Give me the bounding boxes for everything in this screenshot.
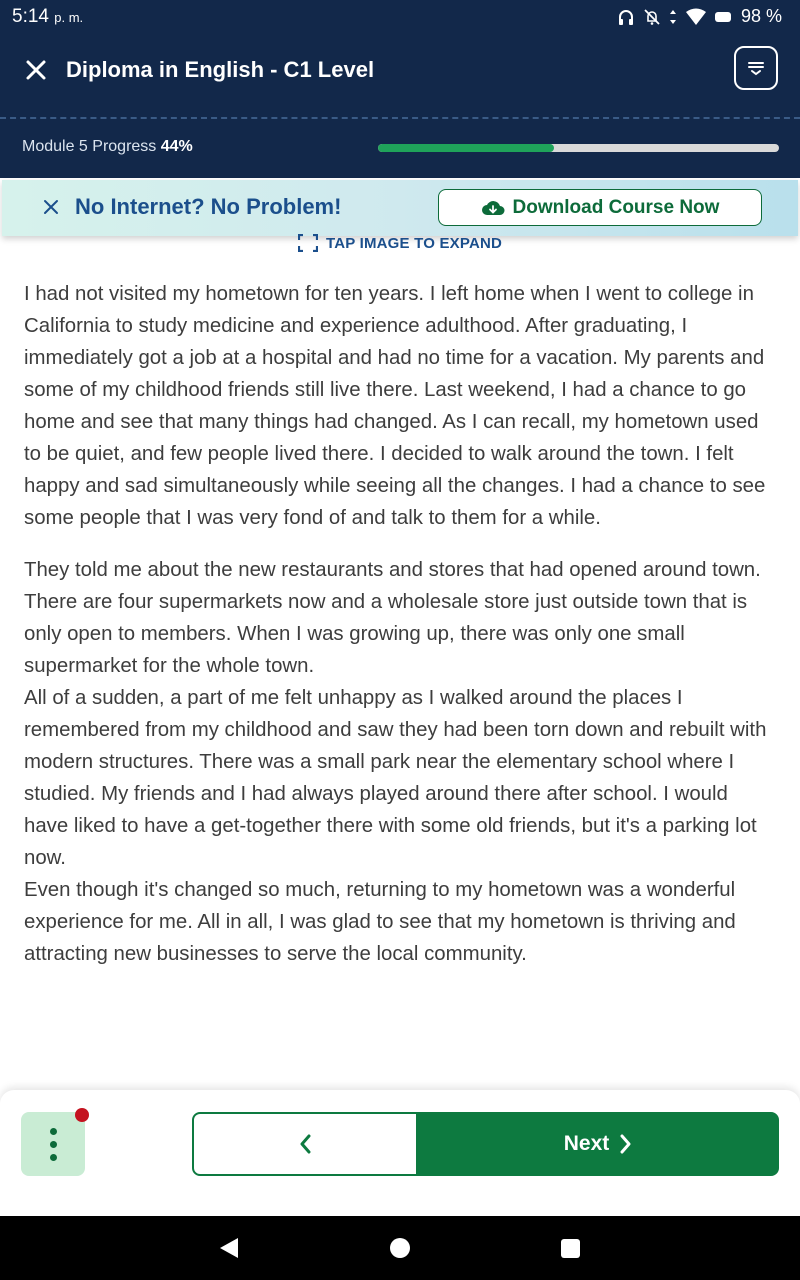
close-icon	[44, 200, 58, 214]
notifications-off-icon	[644, 8, 660, 25]
banner-message: No Internet? No Problem!	[75, 194, 342, 219]
expand-image-label: TAP IMAGE TO EXPAND	[326, 234, 503, 252]
back-triangle-icon[interactable]	[218, 1237, 240, 1259]
lesson-paragraph: They told me about the new restaurants a…	[24, 559, 761, 677]
download-course-button[interactable]: Download Course Now	[438, 189, 762, 226]
header-divider	[0, 117, 800, 119]
more-options-button[interactable]	[21, 1112, 85, 1176]
close-icon	[26, 60, 46, 80]
notification-badge	[75, 1108, 89, 1122]
app-header: 5:14 p. m. 98 % Diploma in English - C1 …	[0, 0, 800, 178]
lesson-paragraph: I had not visited my hometown for ten ye…	[24, 283, 766, 529]
more-dot	[49, 1153, 57, 1161]
cloud-download-icon	[481, 200, 505, 215]
lesson-paragraph: All of a sudden, a part of me felt unhap…	[24, 687, 767, 869]
system-navigation-bar	[0, 1216, 800, 1280]
list-dropdown-icon	[748, 62, 764, 76]
more-dot	[49, 1127, 57, 1135]
next-button-label: Next	[563, 1132, 610, 1155]
module-progress-fill	[378, 144, 555, 152]
status-time: 5:14 p. m.	[12, 6, 83, 28]
course-title: Diploma in English - C1 Level	[66, 57, 375, 82]
recent-apps-icon[interactable]	[561, 1239, 580, 1258]
module-progress-text: Module 5 Progress	[22, 138, 157, 155]
close-course-button[interactable]	[22, 56, 50, 84]
battery-icon	[714, 11, 731, 22]
download-course-label: Download Course Now	[512, 196, 720, 218]
status-time-ampm: p. m.	[54, 10, 84, 25]
wifi-icon	[685, 8, 706, 25]
lesson-paragraph: Even though it's changed so much, return…	[24, 879, 736, 965]
lesson-text: I had not visited my hometown for ten ye…	[24, 278, 776, 970]
banner-close-button[interactable]	[40, 196, 62, 218]
chevron-right-icon	[620, 1134, 631, 1154]
home-circle-icon[interactable]	[390, 1238, 410, 1258]
offline-banner: No Internet? No Problem! Download Course…	[2, 180, 798, 236]
chevron-left-icon	[300, 1134, 311, 1154]
status-bar: 5:14 p. m. 98 %	[0, 0, 800, 34]
previous-button[interactable]	[192, 1112, 418, 1176]
expand-image-hint[interactable]: TAP IMAGE TO EXPAND	[298, 234, 502, 252]
status-icons: 98 %	[617, 6, 782, 27]
data-arrows-icon	[669, 9, 676, 24]
more-dot	[49, 1140, 57, 1148]
expand-icon	[298, 234, 318, 252]
bottom-navigation-bar: Next	[0, 1090, 800, 1216]
module-progress-value: 44%	[160, 138, 193, 155]
next-button[interactable]: Next	[418, 1112, 779, 1176]
module-progress-bar	[378, 144, 779, 152]
module-menu-button[interactable]	[734, 46, 778, 90]
module-progress-label: Module 5 Progress 44%	[22, 138, 193, 156]
battery-percent: 98 %	[740, 6, 782, 26]
headphones-icon	[618, 9, 633, 25]
status-time-value: 5:14	[12, 6, 49, 27]
